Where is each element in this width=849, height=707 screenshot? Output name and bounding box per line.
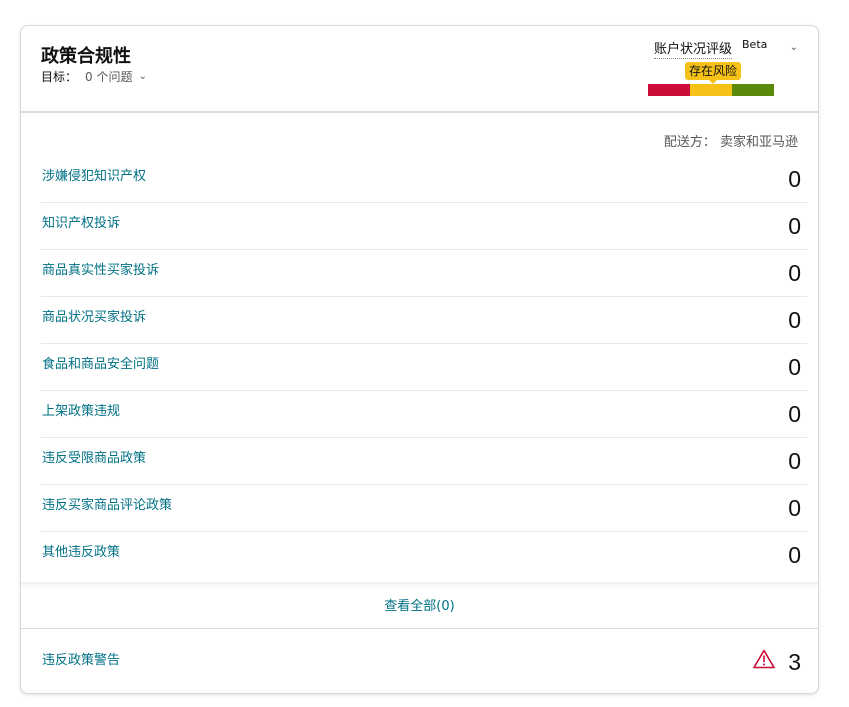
compliance-count: 0 (788, 495, 801, 521)
policy-warning-row: 违反政策警告 3 (41, 629, 807, 689)
compliance-list: 涉嫌侵犯知识产权 0 知识产权投诉 0 商品真实性买家投诉 0 商品状况买家投诉… (41, 156, 807, 578)
compliance-link[interactable]: 其他违反政策 (42, 541, 120, 560)
view-all-section: 查看全部(0) (21, 582, 818, 629)
beta-badge: Beta (742, 38, 768, 51)
risk-status-badge: 存在风险 (685, 62, 742, 84)
bar-segment-red (648, 84, 690, 96)
compliance-link[interactable]: 上架政策违规 (42, 400, 120, 419)
health-rating-bar (648, 84, 774, 96)
target-selector[interactable]: 目标： 0 个问题 ⌄ (41, 68, 147, 85)
compliance-count: 0 (788, 260, 801, 286)
compliance-link[interactable]: 知识产权投诉 (42, 212, 120, 231)
account-health-rating[interactable]: 账户状况评级 Beta ⌄ 存在风险 (648, 38, 798, 108)
compliance-count: 0 (788, 307, 801, 333)
policy-warning-count: 3 (788, 649, 801, 675)
card-header: 政策合规性 目标： 0 个问题 ⌄ 账户状况评级 Beta ⌄ 存在风险 (21, 26, 818, 113)
chevron-down-icon: ⌄ (138, 71, 147, 82)
compliance-link[interactable]: 商品真实性买家投诉 (42, 259, 159, 278)
compliance-count: 0 (788, 448, 801, 474)
compliance-link[interactable]: 商品状况买家投诉 (42, 306, 146, 325)
compliance-link[interactable]: 违反买家商品评论政策 (42, 494, 172, 513)
compliance-count: 0 (788, 166, 801, 192)
health-rating-title: 账户状况评级 (654, 42, 733, 59)
policy-warning-link[interactable]: 违反政策警告 (42, 649, 120, 668)
compliance-count: 0 (788, 542, 801, 568)
compliance-count: 0 (788, 401, 801, 427)
bar-segment-yellow (690, 84, 732, 96)
list-item: 上架政策违规 0 (41, 391, 807, 438)
compliance-link[interactable]: 食品和商品安全问题 (42, 353, 159, 372)
target-value: 0 个问题 (85, 70, 133, 84)
list-item: 涉嫌侵犯知识产权 0 (41, 156, 807, 203)
card-title: 政策合规性 (41, 46, 131, 67)
bar-segment-green (732, 84, 774, 96)
compliance-link[interactable]: 违反受限商品政策 (42, 447, 146, 466)
compliance-link[interactable]: 涉嫌侵犯知识产权 (42, 165, 146, 184)
compliance-count: 0 (788, 213, 801, 239)
list-item: 知识产权投诉 0 (41, 203, 807, 250)
shipping-method-label: 配送方： 卖家和亚马逊 (663, 135, 798, 150)
warning-triangle-icon (753, 649, 775, 669)
target-label: 目标： (41, 70, 78, 84)
compliance-count: 0 (788, 354, 801, 380)
list-item: 违反受限商品政策 0 (41, 438, 807, 485)
list-item: 违反买家商品评论政策 0 (41, 485, 807, 532)
view-all-link[interactable]: 查看全部(0) (21, 595, 818, 614)
list-item: 商品真实性买家投诉 0 (41, 250, 807, 297)
list-item: 商品状况买家投诉 0 (41, 297, 807, 344)
chevron-down-icon[interactable]: ⌄ (790, 42, 798, 53)
list-item: 其他违反政策 0 (41, 532, 807, 578)
list-item: 食品和商品安全问题 0 (41, 344, 807, 391)
policy-compliance-card: 政策合规性 目标： 0 个问题 ⌄ 账户状况评级 Beta ⌄ 存在风险 配送方： … (20, 25, 819, 694)
